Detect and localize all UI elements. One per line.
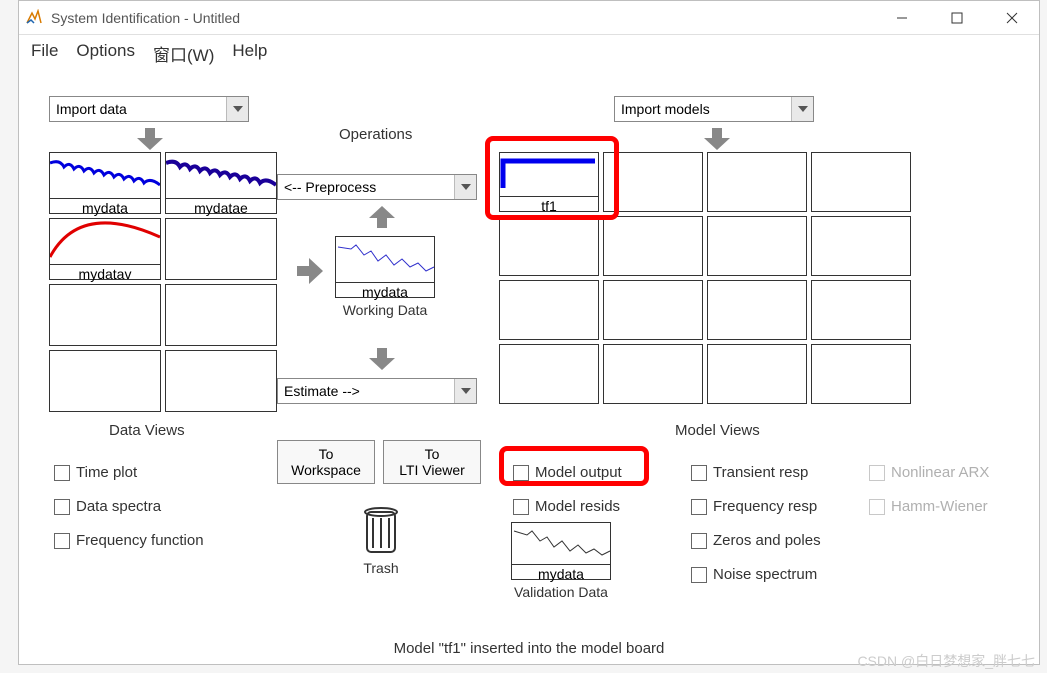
cb-time-plot[interactable]: Time plot	[54, 464, 137, 481]
arrow-down-icon	[369, 348, 395, 370]
menu-help[interactable]: Help	[232, 41, 267, 66]
minimize-button[interactable]	[874, 1, 929, 35]
menu-options[interactable]: Options	[76, 41, 135, 66]
arrow-right-icon	[297, 258, 323, 284]
operations-heading: Operations	[339, 126, 412, 143]
menubar: File Options 窗口(W) Help	[19, 35, 1039, 74]
data-slot-empty[interactable]	[165, 350, 277, 412]
data-slot-empty[interactable]	[49, 284, 161, 346]
model-slot-empty[interactable]	[707, 344, 807, 404]
model-slot-empty[interactable]	[707, 152, 807, 212]
model-slot-empty[interactable]	[811, 152, 911, 212]
data-views-heading: Data Views	[109, 422, 185, 439]
cb-hamm-wiener: Hamm-Wiener	[869, 498, 988, 515]
cb-frequency-function[interactable]: Frequency function	[54, 532, 204, 549]
model-slot-empty[interactable]	[811, 344, 911, 404]
model-slot-empty[interactable]	[499, 216, 599, 276]
model-slot-empty[interactable]	[603, 152, 703, 212]
menu-file[interactable]: File	[31, 41, 58, 66]
maximize-button[interactable]	[929, 1, 984, 35]
cb-frequency-resp[interactable]: Frequency resp	[691, 498, 817, 515]
data-slot-empty[interactable]	[165, 284, 277, 346]
model-slot-empty[interactable]	[499, 280, 599, 340]
chevron-down-icon	[791, 97, 813, 121]
data-board: mydata mydatae mydatav	[49, 152, 277, 412]
model-slot-empty[interactable]	[499, 344, 599, 404]
model-slot-empty[interactable]	[707, 280, 807, 340]
working-data-label: Working Data	[335, 302, 435, 318]
cb-data-spectra[interactable]: Data spectra	[54, 498, 161, 515]
model-slot-empty[interactable]	[811, 280, 911, 340]
trash-icon	[359, 504, 403, 556]
app-window: System Identification - Untitled File Op…	[18, 0, 1040, 665]
cb-nonlinear-arx: Nonlinear ARX	[869, 464, 989, 481]
cb-noise-spectrum[interactable]: Noise spectrum	[691, 566, 817, 583]
data-slot-mydata[interactable]: mydata	[49, 152, 161, 214]
window-title: System Identification - Untitled	[51, 10, 874, 26]
arrow-down-icon	[704, 128, 730, 150]
status-bar: Model "tf1" inserted into the model boar…	[19, 640, 1039, 657]
working-data-area: mydata Working Data	[335, 236, 435, 318]
model-views-heading: Model Views	[675, 422, 760, 439]
import-models-dropdown[interactable]: Import models	[614, 96, 814, 122]
data-slot-empty[interactable]	[165, 218, 277, 280]
import-data-dropdown[interactable]: Import data	[49, 96, 249, 122]
model-slot-empty[interactable]	[603, 280, 703, 340]
close-button[interactable]	[984, 1, 1039, 35]
titlebar: System Identification - Untitled	[19, 1, 1039, 35]
chevron-down-icon	[226, 97, 248, 121]
cb-zeros-poles[interactable]: Zeros and poles	[691, 532, 821, 549]
estimate-dropdown[interactable]: Estimate -->	[277, 378, 477, 404]
chevron-down-icon	[454, 379, 476, 403]
to-lti-viewer-button[interactable]: To LTI Viewer	[383, 440, 481, 484]
model-slot-empty[interactable]	[811, 216, 911, 276]
model-board: tf1	[499, 152, 911, 404]
data-slot-empty[interactable]	[49, 350, 161, 412]
arrow-down-icon	[137, 128, 163, 150]
menu-window[interactable]: 窗口(W)	[153, 41, 214, 66]
model-slot-tf1[interactable]: tf1	[499, 152, 599, 212]
data-slot-mydatae[interactable]: mydatae	[165, 152, 277, 214]
cb-model-output[interactable]: Model output	[513, 464, 622, 481]
matlab-icon	[25, 9, 43, 27]
validation-data-area: mydata Validation Data	[511, 522, 611, 600]
arrow-up-icon	[369, 206, 395, 228]
data-slot-mydatav[interactable]: mydatav	[49, 218, 161, 280]
chevron-down-icon	[454, 175, 476, 199]
model-slot-empty[interactable]	[603, 216, 703, 276]
preprocess-dropdown[interactable]: <-- Preprocess	[277, 174, 477, 200]
validation-data-slot[interactable]: mydata	[511, 522, 611, 580]
model-slot-empty[interactable]	[707, 216, 807, 276]
trash-area[interactable]: Trash	[359, 504, 403, 576]
working-data-slot[interactable]: mydata	[335, 236, 435, 298]
cb-transient-resp[interactable]: Transient resp	[691, 464, 808, 481]
cb-model-resids[interactable]: Model resids	[513, 498, 620, 515]
to-workspace-button[interactable]: To Workspace	[277, 440, 375, 484]
model-slot-empty[interactable]	[603, 344, 703, 404]
content-area: Import data Operations Import models myd…	[19, 74, 1039, 663]
